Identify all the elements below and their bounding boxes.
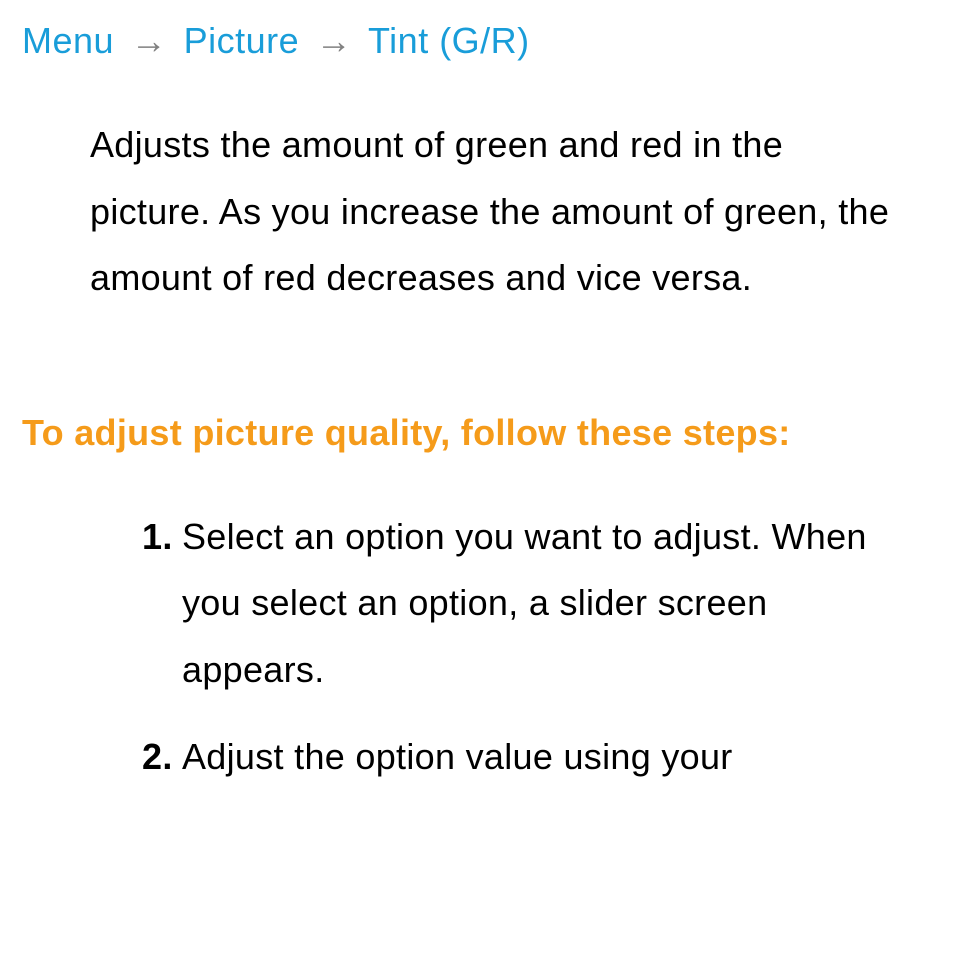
step-number: 2. (142, 724, 173, 791)
breadcrumb-item-menu[interactable]: Menu (22, 20, 114, 61)
breadcrumb-item-tint[interactable]: Tint (G/R) (368, 20, 530, 61)
step-item: 1. Select an option you want to adjust. … (142, 504, 912, 704)
step-text: Adjust the option value using your (182, 736, 733, 777)
description-text: Adjusts the amount of green and red in t… (90, 112, 912, 312)
breadcrumb: Menu → Picture → Tint (G/R) (22, 20, 932, 62)
arrow-right-icon: → (131, 20, 168, 61)
step-item: 2. Adjust the option value using your (142, 724, 912, 791)
arrow-right-icon: → (316, 20, 353, 61)
steps-list: 1. Select an option you want to adjust. … (142, 504, 912, 790)
step-number: 1. (142, 504, 173, 571)
step-text: Select an option you want to adjust. Whe… (182, 516, 867, 690)
breadcrumb-item-picture[interactable]: Picture (184, 20, 300, 61)
section-heading: To adjust picture quality, follow these … (22, 412, 932, 454)
